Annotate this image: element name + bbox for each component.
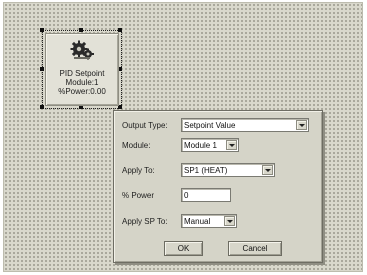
resize-handle-top[interactable] xyxy=(79,28,83,32)
block-title: PID Setpoint xyxy=(59,69,105,78)
apply-to-select[interactable]: SP1 (HEAT) xyxy=(181,163,275,177)
pid-setpoint-dialog: Output Type: Setpoint Value Module: Modu… xyxy=(113,110,323,263)
block-power: %Power:0.00 xyxy=(58,87,106,96)
chevron-down-icon[interactable] xyxy=(262,165,273,175)
ok-button[interactable]: OK xyxy=(164,241,203,256)
module-value: Module 1 xyxy=(184,141,217,150)
apply-to-label: Apply To: xyxy=(122,166,155,175)
pid-setpoint-block[interactable]: PID Setpoint Module:1 %Power:0.00 xyxy=(45,33,119,106)
apply-sp-to-label: Apply SP To: xyxy=(122,217,168,226)
power-label: % Power xyxy=(122,191,155,200)
module-row: Module: Module 1 xyxy=(114,138,322,154)
resize-handle-top-right[interactable] xyxy=(118,28,122,32)
module-label: Module: xyxy=(122,141,151,150)
output-type-select[interactable]: Setpoint Value xyxy=(181,118,309,132)
output-type-row: Output Type: Setpoint Value xyxy=(114,118,322,134)
output-type-label: Output Type: xyxy=(122,121,168,130)
apply-to-value: SP1 (HEAT) xyxy=(184,166,228,175)
power-row: % Power 0 xyxy=(114,188,322,204)
chevron-down-icon[interactable] xyxy=(226,140,237,150)
resize-handle-left[interactable] xyxy=(40,67,44,71)
resize-handle-top-left[interactable] xyxy=(40,28,44,32)
apply-to-row: Apply To: SP1 (HEAT) xyxy=(114,163,322,179)
module-select[interactable]: Module 1 xyxy=(181,138,239,152)
resize-handle-bottom-left[interactable] xyxy=(40,105,44,109)
apply-sp-to-select[interactable]: Manual xyxy=(181,214,237,228)
apply-sp-to-row: Apply SP To: Manual xyxy=(114,214,322,230)
block-caption: PID Setpoint Module:1 %Power:0.00 xyxy=(46,69,118,96)
block-module: Module:1 xyxy=(65,78,99,87)
chevron-down-icon[interactable] xyxy=(296,120,307,130)
cancel-button[interactable]: Cancel xyxy=(228,241,282,256)
output-type-value: Setpoint Value xyxy=(184,121,236,130)
gears-icon xyxy=(70,40,94,60)
power-input[interactable]: 0 xyxy=(181,188,231,202)
chevron-down-icon[interactable] xyxy=(224,216,235,226)
apply-sp-to-value: Manual xyxy=(184,217,211,226)
